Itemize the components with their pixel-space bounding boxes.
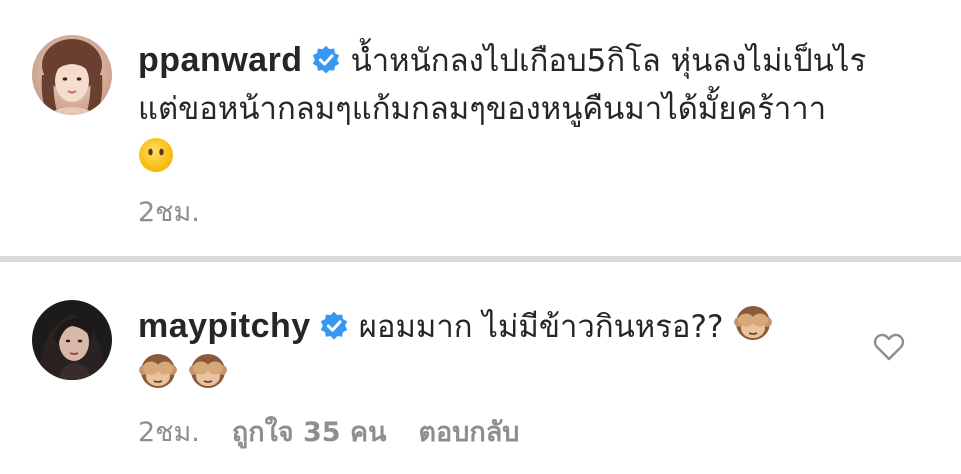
avatar[interactable]	[32, 300, 112, 380]
comment-text-line-1: น้ำหนักลงไปเกือบ5กิโล หุ่นลงไม่เป็นไร	[350, 43, 867, 79]
username[interactable]: ppanward	[138, 41, 303, 79]
see-no-evil-monkey-icon	[734, 306, 773, 340]
comment-item: maypitchy ผอมมาก ไม่มีข้าวกินหรอ?? 2ชม. …	[0, 262, 961, 474]
verified-badge-icon	[320, 311, 347, 340]
no-mouth-face-emoji-icon	[139, 138, 173, 172]
reply-button[interactable]: ตอบกลับ	[418, 417, 519, 448]
likes-count[interactable]: ถูกใจ 35 คน	[232, 417, 387, 448]
see-no-evil-monkey-icon	[188, 354, 227, 388]
verified-badge-icon	[312, 45, 339, 74]
comment-meta: 2ชม. ถูกใจ 35 คน ตอบกลับ	[138, 410, 519, 453]
like-heart-icon[interactable]	[873, 332, 905, 362]
timestamp: 2ชม.	[138, 197, 200, 228]
see-no-evil-monkey-icon	[139, 354, 177, 388]
avatar-image	[32, 35, 112, 115]
avatar[interactable]	[32, 35, 112, 115]
avatar-image	[32, 300, 112, 380]
comment-text-line-1: ผอมมาก ไม่มีข้าวกินหรอ??	[358, 309, 724, 345]
comment-body: maypitchy ผอมมาก ไม่มีข้าวกินหรอ??	[138, 302, 921, 399]
comment-meta: 2ชม.	[138, 190, 200, 233]
comment-text-line-2: แต่ขอหน้ากลมๆแก้มกลมๆของหนูคืนมาได้มั้ยค…	[138, 91, 827, 127]
username[interactable]: maypitchy	[138, 307, 311, 345]
comment-body: ppanward น้ำหนักลงไปเกือบ5กิโล หุ่นลงไม่…	[138, 36, 921, 181]
comment-item: ppanward น้ำหนักลงไปเกือบ5กิโล หุ่นลงไม่…	[0, 0, 961, 256]
timestamp: 2ชม.	[138, 417, 200, 448]
